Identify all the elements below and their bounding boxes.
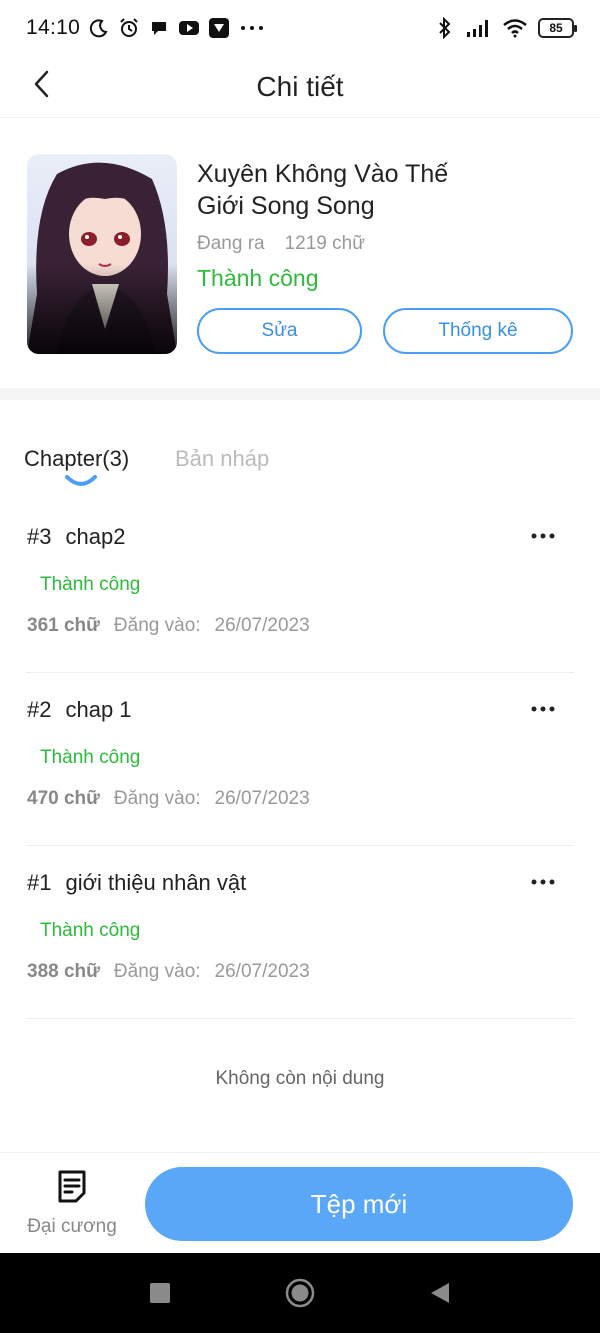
chapter-words: 361 chữ (27, 615, 100, 636)
circle-icon (285, 1278, 315, 1308)
chapter-posted-label: Đăng vào: (113, 615, 201, 636)
chapter-number: #3 (27, 524, 52, 549)
chapter-item[interactable]: #2 chap 1 Thành công 470 chữ Đăng vào: 2… (26, 673, 574, 846)
edit-button[interactable]: Sửa (197, 308, 362, 354)
status-left: 14:10 (26, 16, 266, 40)
status-bar: 14:10 85 (0, 0, 600, 56)
chapter-number: #1 (27, 870, 52, 895)
section-divider (0, 388, 600, 400)
more-dots-icon (238, 17, 266, 39)
chapter-status: Thành công (40, 747, 141, 768)
chapter-date: 26/07/2023 (214, 961, 310, 982)
wifi-icon (502, 17, 528, 39)
more-options-button[interactable] (526, 870, 560, 894)
document-icon (56, 1169, 88, 1208)
chapter-number: #2 (27, 697, 52, 722)
status-right: 85 (434, 17, 577, 39)
page-title: Chi tiết (256, 70, 344, 102)
chapter-title: #2 chap 1 (27, 697, 132, 723)
chapter-status: Thành công (40, 920, 141, 941)
chapter-words: 470 chữ (27, 788, 100, 809)
more-dots-icon (531, 706, 555, 712)
more-options-button[interactable] (526, 524, 560, 548)
recent-apps-button[interactable] (145, 1278, 175, 1308)
outline-label: Đại cương (27, 1216, 117, 1237)
chapter-date: 26/07/2023 (214, 615, 310, 636)
alarm-icon (118, 17, 140, 39)
book-word-count: 1219 chữ (284, 233, 365, 254)
book-status: Thành công (197, 265, 319, 291)
bluetooth-icon (434, 17, 456, 39)
chapter-item[interactable]: #1 giới thiệu nhân vật Thành công 388 ch… (26, 846, 574, 1019)
more-options-button[interactable] (526, 697, 560, 721)
chapter-posted-label: Đăng vào: (113, 788, 201, 809)
moon-icon (88, 17, 110, 39)
back-button[interactable] (22, 66, 62, 106)
stats-button[interactable]: Thống kê (383, 308, 573, 354)
chapter-name: chap2 (65, 524, 126, 549)
battery-icon: 85 (538, 18, 577, 38)
chapter-name: chap 1 (65, 697, 132, 722)
system-nav-bar (0, 1253, 600, 1333)
triangle-back-icon (431, 1283, 449, 1303)
chapter-title: #1 giới thiệu nhân vật (27, 870, 246, 896)
book-info: Xuyên Không Vào Thế Giới Song Song Đang … (0, 118, 600, 388)
book-state: Đang ra (197, 233, 265, 254)
chevron-left-icon (32, 70, 52, 103)
square-icon (150, 1283, 170, 1303)
chapter-meta: 388 chữ Đăng vào: 26/07/2023 (27, 961, 310, 983)
chapter-item[interactable]: #3 chap2 Thành công 361 chữ Đăng vào: 26… (26, 500, 574, 673)
status-time: 14:10 (26, 16, 81, 39)
more-dots-icon (531, 533, 555, 539)
outline-button[interactable]: Đại cương (24, 1169, 120, 1243)
bottom-action-bar: Đại cương Tệp mới (0, 1152, 600, 1253)
active-tab-indicator (64, 473, 98, 491)
book-title: Xuyên Không Vào Thế Giới Song Song (197, 160, 449, 220)
new-file-button[interactable]: Tệp mới (145, 1167, 573, 1241)
chapter-list: #3 chap2 Thành công 361 chữ Đăng vào: 26… (0, 500, 600, 1019)
youtube-icon (178, 17, 200, 39)
book-cover[interactable] (27, 154, 177, 354)
signal-icon (466, 17, 492, 39)
media-icon (208, 17, 230, 39)
book-meta: Đang ra 1219 chữ (197, 233, 365, 255)
battery-level: 85 (549, 21, 563, 35)
home-button[interactable] (285, 1278, 315, 1308)
tab-bar: Chapter(3) Bản nháp (0, 440, 600, 500)
chapter-name: giới thiệu nhân vật (65, 870, 247, 895)
more-dots-icon (531, 879, 555, 885)
chapter-meta: 361 chữ Đăng vào: 26/07/2023 (27, 615, 310, 637)
chapter-meta: 470 chữ Đăng vào: 26/07/2023 (27, 788, 310, 810)
end-of-list-message: Không còn nội dung (215, 1068, 385, 1089)
chat-bubble-icon (148, 17, 170, 39)
back-nav-button[interactable] (425, 1278, 455, 1308)
chapter-posted-label: Đăng vào: (113, 961, 201, 982)
chapter-words: 388 chữ (27, 961, 100, 982)
tab-chapters[interactable]: Chapter(3) (24, 446, 129, 472)
header: Chi tiết (0, 56, 600, 118)
chapter-date: 26/07/2023 (214, 788, 310, 809)
tab-drafts[interactable]: Bản nháp (175, 446, 269, 472)
chapter-title: #3 chap2 (27, 524, 125, 550)
chapter-status: Thành công (40, 574, 141, 595)
